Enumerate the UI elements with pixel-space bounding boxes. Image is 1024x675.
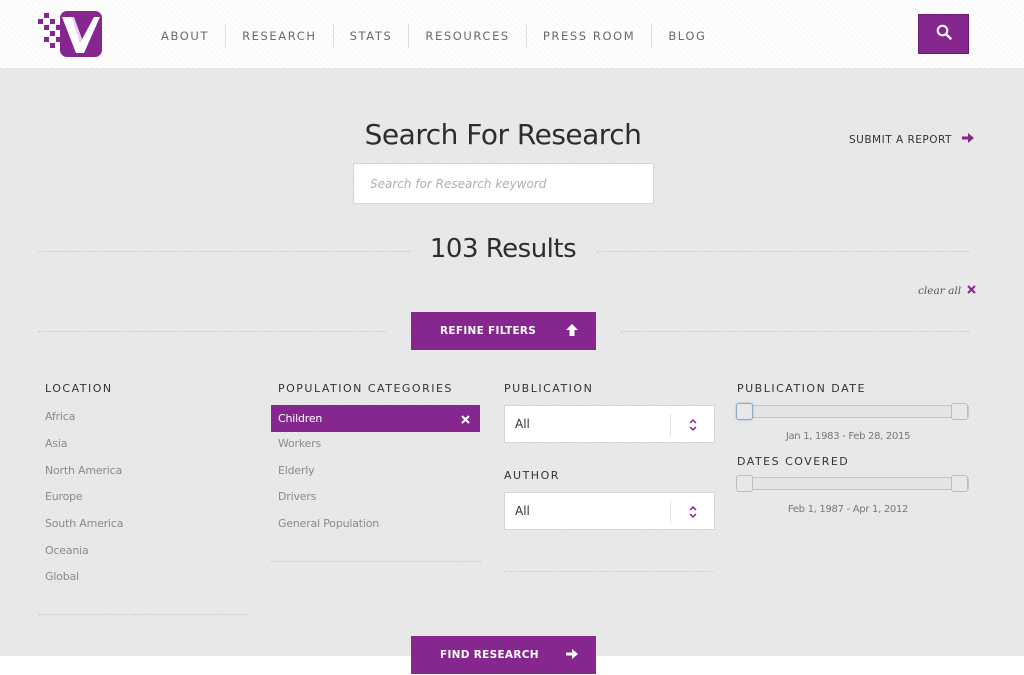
population-children-label: Children	[278, 412, 323, 425]
publication-divider	[504, 571, 714, 572]
close-icon[interactable]	[461, 405, 470, 432]
population-divider	[271, 561, 481, 562]
publication-date-end-handle[interactable]	[951, 403, 968, 420]
arrow-right-icon	[961, 133, 974, 146]
clear-all-link[interactable]: clear all	[918, 285, 976, 297]
arrow-right-icon	[566, 648, 578, 662]
search-icon	[936, 24, 952, 45]
population-general[interactable]: General Population	[278, 514, 379, 534]
nav-research[interactable]: RESEARCH	[225, 24, 333, 48]
close-icon	[967, 285, 976, 297]
refine-filters-label: REFINE FILTERS	[440, 325, 537, 337]
publication-date-start-handle[interactable]	[736, 403, 753, 420]
site-logo[interactable]	[38, 9, 104, 59]
population-elderly[interactable]: Elderly	[278, 461, 315, 481]
publication-date-slider[interactable]	[736, 403, 969, 420]
nav-about[interactable]: ABOUT	[145, 24, 225, 48]
main-content	[0, 68, 1024, 656]
dates-covered-heading: DATES COVERED	[737, 455, 850, 468]
dates-covered-end-handle[interactable]	[951, 475, 968, 492]
location-asia[interactable]: Asia	[45, 434, 67, 454]
publication-select[interactable]: All	[504, 405, 715, 443]
location-africa[interactable]: Africa	[45, 407, 75, 427]
chevron-up-down-icon	[670, 501, 714, 523]
publication-date-range-fill	[738, 406, 968, 417]
author-select-value: All	[515, 504, 530, 518]
population-heading: POPULATION CATEGORIES	[278, 382, 453, 395]
find-research-button[interactable]: FIND RESEARCH	[411, 636, 596, 674]
arrow-up-icon	[566, 323, 578, 339]
chevron-up-down-icon	[670, 414, 714, 436]
publication-date-heading: PUBLICATION DATE	[737, 382, 866, 395]
nav-stats[interactable]: STATS	[332, 24, 409, 48]
publication-date-range: Jan 1, 1983 - Feb 28, 2015	[785, 431, 911, 442]
population-workers[interactable]: Workers	[278, 434, 321, 454]
refine-filters-button[interactable]: REFINE FILTERS	[411, 312, 596, 350]
submit-report-label: SUBMIT A REPORT	[849, 133, 952, 146]
location-south-america[interactable]: South America	[45, 514, 123, 534]
nav-press-room[interactable]: PRESS ROOM	[525, 24, 651, 48]
dates-covered-start-handle[interactable]	[736, 475, 753, 492]
publication-heading: PUBLICATION	[504, 382, 594, 395]
dates-covered-slider[interactable]	[736, 475, 969, 492]
find-research-label: FIND RESEARCH	[440, 649, 539, 661]
dates-covered-range-fill	[738, 478, 968, 489]
location-oceania[interactable]: Oceania	[45, 541, 89, 561]
research-search-input[interactable]	[353, 163, 654, 204]
location-europe[interactable]: Europe	[45, 487, 83, 507]
publication-select-value: All	[515, 417, 530, 431]
author-heading: AUTHOR	[504, 469, 560, 482]
nav-resources[interactable]: RESOURCES	[408, 24, 525, 48]
top-header: ABOUT RESEARCH STATS RESOURCES PRESS ROO…	[0, 0, 1024, 68]
population-children-selected[interactable]: Children	[271, 405, 480, 432]
author-select[interactable]: All	[504, 492, 715, 530]
nav-blog[interactable]: BLOG	[651, 24, 722, 48]
clear-all-label: clear all	[918, 285, 962, 297]
main-nav: ABOUT RESEARCH STATS RESOURCES PRESS ROO…	[145, 24, 723, 48]
dates-covered-range: Feb 1, 1987 - Apr 1, 2012	[787, 504, 909, 515]
location-divider	[38, 614, 248, 615]
location-heading: LOCATION	[45, 382, 113, 395]
submit-report-link[interactable]: SUBMIT A REPORT	[849, 133, 974, 146]
location-north-america[interactable]: North America	[45, 461, 122, 481]
refine-divider-left	[38, 331, 386, 332]
location-global[interactable]: Global	[45, 567, 79, 587]
population-drivers[interactable]: Drivers	[278, 487, 316, 507]
header-search-button[interactable]	[918, 14, 969, 54]
refine-divider-right	[620, 331, 969, 332]
results-count: 103 Results	[429, 234, 577, 264]
